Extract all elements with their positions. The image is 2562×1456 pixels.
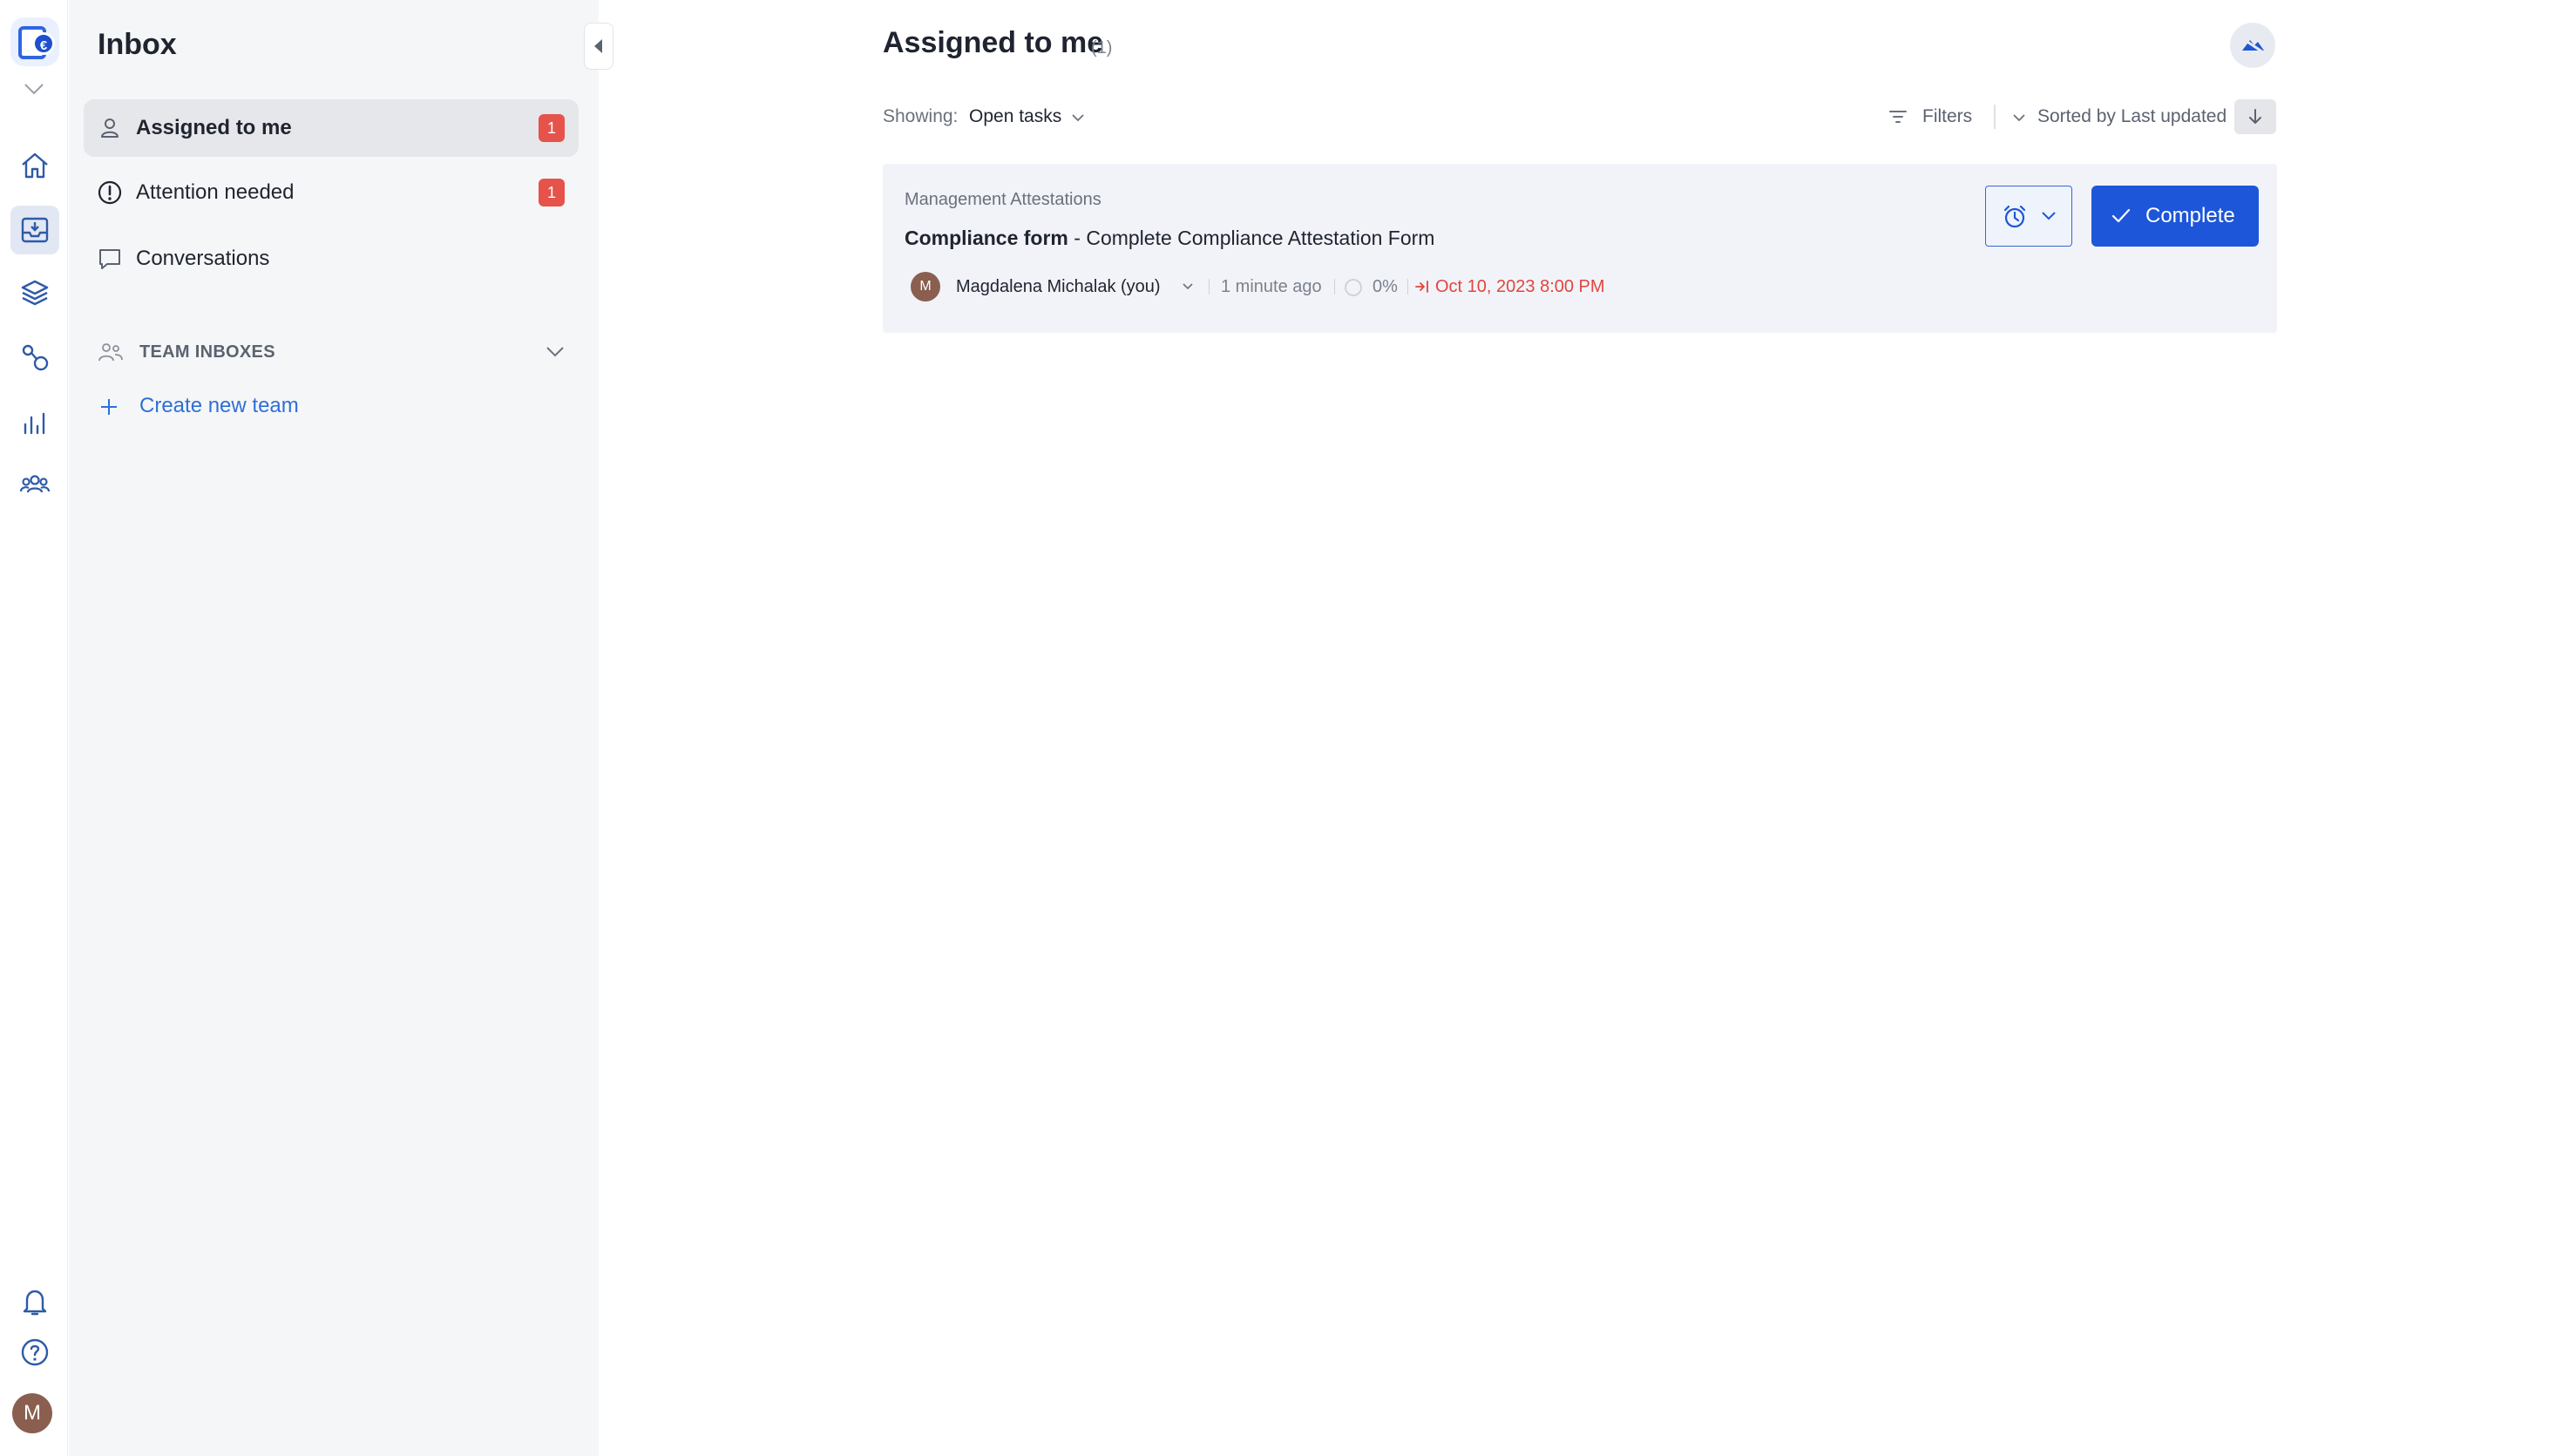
collapse-panel-button[interactable] <box>584 23 613 70</box>
chevron-down-icon[interactable] <box>544 343 566 361</box>
progress-ring-icon <box>1345 279 1362 296</box>
workflow-icon <box>22 344 49 371</box>
task-meta: M Magdalena Michalak (you) 1 minute ago … <box>911 272 1695 301</box>
chevron-down-icon <box>2042 212 2056 220</box>
task-progress: 0% <box>1372 277 1398 296</box>
sort-direction-button[interactable] <box>2234 99 2276 134</box>
filters-label: Filters <box>1922 106 1973 126</box>
inbox-item-label: Assigned to me <box>136 116 292 139</box>
inbox-item-attention-needed[interactable]: Attention needed 1 <box>84 164 579 221</box>
inbox-item-label: Conversations <box>136 247 270 270</box>
assignee-select[interactable]: Magdalena Michalak (you) <box>956 272 1161 301</box>
meta-separator <box>1209 279 1210 295</box>
nav-workflows[interactable] <box>10 333 59 382</box>
chat-icon <box>99 249 120 269</box>
user-icon <box>101 119 119 138</box>
nav-inbox[interactable] <box>10 206 59 254</box>
team-inboxes-label: TEAM INBOXES <box>139 342 275 362</box>
nav-analytics[interactable] <box>10 397 59 446</box>
meta-separator <box>1334 279 1335 295</box>
due-date[interactable]: Oct 10, 2023 8:00 PM <box>1435 272 1605 301</box>
help-icon <box>21 1338 49 1366</box>
plus-icon <box>101 399 117 415</box>
due-date-icon <box>1415 281 1428 293</box>
nav-home[interactable] <box>10 141 59 190</box>
task-title-name: Complete Compliance Attestation Form <box>1086 227 1435 249</box>
inbox-item-label: Attention needed <box>136 180 295 204</box>
inbox-item-conversations[interactable]: Conversations <box>84 230 579 288</box>
team-inboxes-header[interactable]: TEAM INBOXES <box>98 335 579 369</box>
share-icon <box>2241 37 2264 54</box>
app-root: € M Inbox Assigned to me 1 Attention nee… <box>0 0 2562 1456</box>
updated-time: 1 minute ago <box>1221 277 1322 296</box>
arrow-down-icon <box>2249 109 2261 124</box>
layers-icon <box>21 280 49 306</box>
create-new-team-link[interactable]: Create new team <box>98 389 359 423</box>
complete-label: Complete <box>2145 204 2235 227</box>
create-new-team-label: Create new team <box>139 394 299 417</box>
caret-left-icon <box>594 39 602 53</box>
task-card[interactable]: Management Attestations Compliance form … <box>883 164 2277 333</box>
toolbar-divider <box>1994 105 1996 129</box>
team-icon <box>98 343 123 362</box>
help-button[interactable] <box>10 1328 59 1377</box>
check-icon <box>2111 208 2131 223</box>
inbox-item-assigned-to-me[interactable]: Assigned to me 1 <box>84 99 579 157</box>
page-title: Assigned to me <box>883 26 1104 59</box>
chevron-down-icon[interactable] <box>1181 281 1195 293</box>
user-avatar[interactable]: M <box>12 1393 52 1433</box>
nav-layers[interactable] <box>10 268 59 317</box>
alarm-clock-icon <box>2003 205 2026 228</box>
count-badge: 1 <box>539 114 565 142</box>
meta-separator <box>1407 279 1408 295</box>
alert-circle-icon <box>98 180 122 205</box>
home-icon <box>22 152 48 179</box>
filter-icon <box>1889 111 1907 123</box>
showing-filter-select[interactable]: Open tasks <box>969 106 1061 127</box>
count-badge: 1 <box>539 179 565 207</box>
assignee-avatar: M <box>911 272 940 301</box>
snooze-button[interactable] <box>1985 186 2072 247</box>
inbox-panel: Inbox Assigned to me 1 Attention needed … <box>69 0 599 1456</box>
bell-icon <box>23 1290 47 1316</box>
task-category: Management Attestations <box>905 190 1101 209</box>
workspace-logo[interactable]: € <box>10 17 59 66</box>
task-count: (1) <box>1091 38 1113 58</box>
inbox-icon <box>21 217 49 243</box>
workspace-chevron-down-icon[interactable] <box>22 80 46 98</box>
chevron-down-icon[interactable] <box>1068 108 1088 127</box>
people-icon <box>19 475 51 493</box>
task-title-separator: - <box>1068 227 1087 249</box>
panel-title: Inbox <box>98 28 177 61</box>
sort-label: Sorted by Last updated <box>2037 106 2227 126</box>
sort-select[interactable]: Sorted by Last updated <box>2010 101 2227 132</box>
filters-button[interactable]: Filters <box>1888 101 1983 132</box>
analytics-icon <box>24 412 45 435</box>
showing-label: Showing: <box>883 106 959 126</box>
icon-rail: € M <box>0 0 68 1456</box>
logo-coin: € <box>32 32 55 55</box>
task-title-form: Compliance form <box>905 227 1068 249</box>
complete-button[interactable]: Complete <box>2091 186 2259 247</box>
chevron-down-icon <box>2013 114 2025 122</box>
share-button[interactable] <box>2230 23 2275 68</box>
notifications-button[interactable] <box>10 1277 59 1326</box>
task-title[interactable]: Compliance form - Complete Compliance At… <box>905 227 1434 250</box>
nav-people[interactable] <box>10 460 59 509</box>
